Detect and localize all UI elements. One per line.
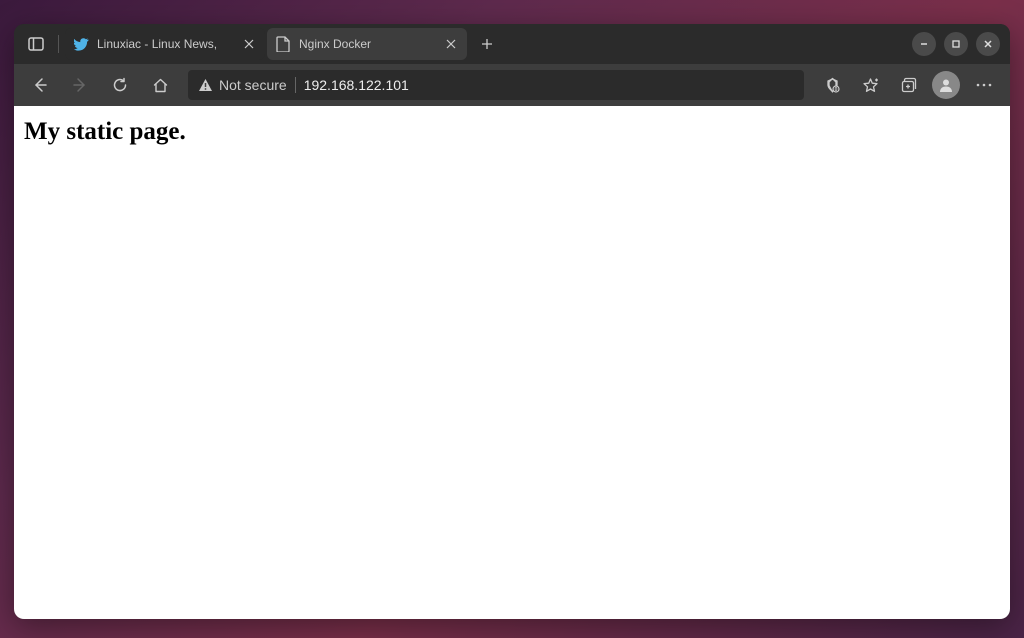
address-divider: [295, 77, 296, 93]
close-icon[interactable]: [241, 36, 257, 52]
page-heading: My static page.: [24, 118, 1000, 146]
page-icon: [275, 36, 291, 52]
home-button[interactable]: [142, 69, 178, 101]
menu-button[interactable]: [966, 69, 1002, 101]
forward-button[interactable]: [62, 69, 98, 101]
minimize-button[interactable]: [912, 32, 936, 56]
refresh-button[interactable]: [102, 69, 138, 101]
security-badge[interactable]: Not secure: [198, 77, 287, 93]
page-content: My static page.: [14, 106, 1010, 619]
favorites-button[interactable]: [852, 69, 888, 101]
titlebar: Linuxiac - Linux News, Nginx Docker: [14, 24, 1010, 64]
profile-button[interactable]: [932, 71, 960, 99]
new-tab-button[interactable]: [473, 30, 501, 58]
tabs-container: Linuxiac - Linux News, Nginx Docker: [65, 28, 910, 60]
warning-icon: [198, 78, 213, 92]
browser-window: Linuxiac - Linux News, Nginx Docker: [14, 24, 1010, 619]
tab-actions-button[interactable]: [20, 30, 52, 58]
person-icon: [937, 76, 955, 94]
collections-button[interactable]: [890, 69, 926, 101]
toolbar-right: 0: [814, 69, 1002, 101]
tracking-prevention-button[interactable]: 0: [814, 69, 850, 101]
tab-title: Nginx Docker: [299, 37, 435, 51]
tab-linuxiac[interactable]: Linuxiac - Linux News,: [65, 28, 265, 60]
url-text: 192.168.122.101: [304, 77, 794, 93]
toolbar: Not secure 192.168.122.101 0: [14, 64, 1010, 106]
security-label: Not secure: [219, 77, 287, 93]
back-button[interactable]: [22, 69, 58, 101]
tab-title: Linuxiac - Linux News,: [97, 37, 233, 51]
svg-text:0: 0: [834, 87, 837, 93]
maximize-button[interactable]: [944, 32, 968, 56]
window-controls: [912, 32, 1004, 56]
close-button[interactable]: [976, 32, 1000, 56]
tab-divider: [58, 35, 59, 53]
tab-nginx-docker[interactable]: Nginx Docker: [267, 28, 467, 60]
bird-icon: [73, 36, 89, 52]
close-icon[interactable]: [443, 36, 459, 52]
address-bar[interactable]: Not secure 192.168.122.101: [188, 70, 804, 100]
